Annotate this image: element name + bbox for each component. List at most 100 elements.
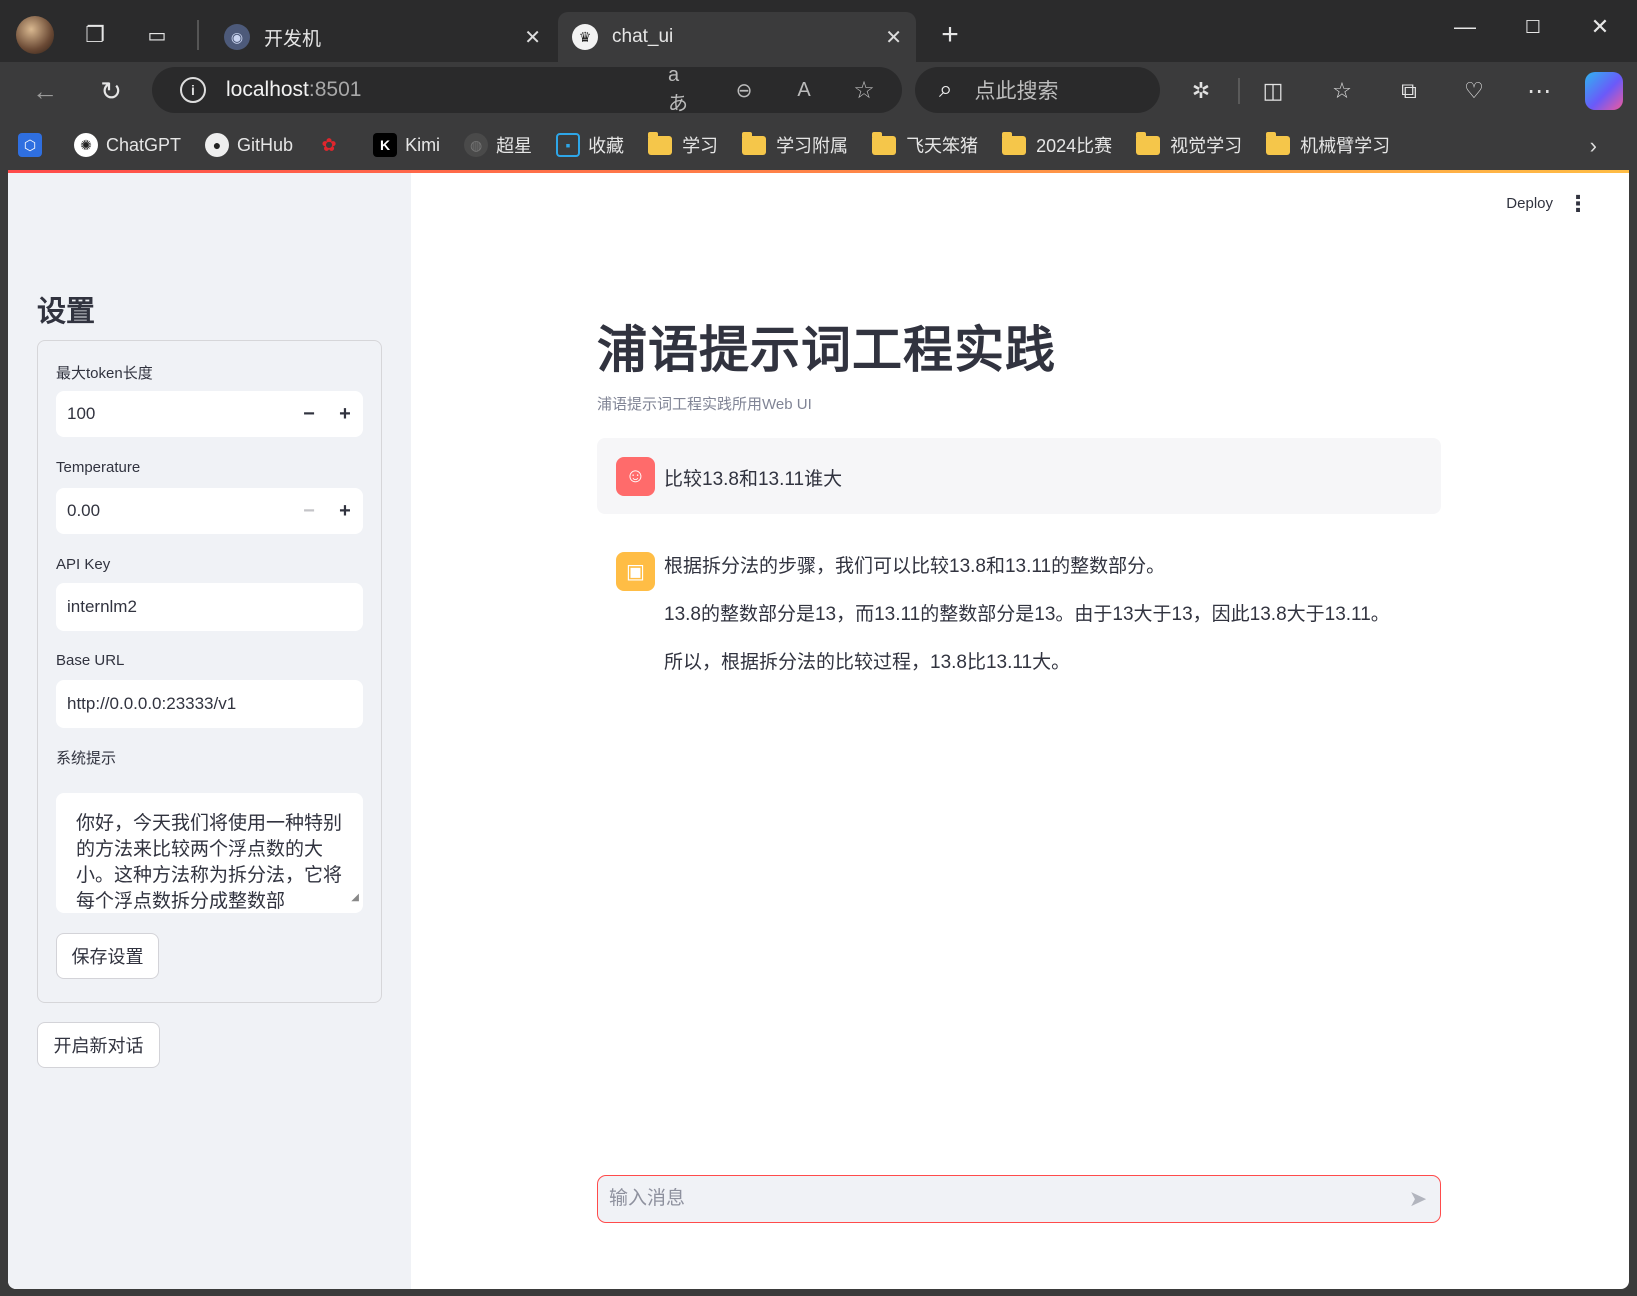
tab-title: 开发机 [264,28,322,50]
assistant-message: ▣ 根据拆分法的步骤，我们可以比较13.8和13.11的整数部分。 13.8的整… [597,535,1441,685]
user-message: ☺ 比较13.8和13.11谁大 [597,438,1441,514]
address-bar[interactable]: i localhost :8501 aあ ⊖ A ☆ [152,64,902,115]
close-icon[interactable]: ✕ [885,25,902,50]
user-avatar-icon: ☺ [616,457,655,496]
workspaces-icon[interactable]: ❐ [80,20,110,50]
tab-kaifaji[interactable]: ◉ 开发机 ✕ [210,12,555,62]
bookmark-label: ChatGPT [106,134,182,155]
bookmark-label: 学习附属 [776,136,849,156]
browser-essentials-icon[interactable]: ♡ [1457,74,1491,108]
profile-avatar[interactable] [16,16,54,54]
main-menu-icon[interactable]: ⋮ [1567,191,1589,217]
temperature-input[interactable]: 0.00 − + [56,488,363,534]
bot-avatar-icon: ▣ [616,552,655,591]
bookmark-huawei[interactable]: ✿ [317,133,349,157]
bookmark-label: 视觉学习 [1170,136,1243,156]
max-tokens-value[interactable]: 100 [56,404,291,424]
folder-icon [648,131,673,155]
deploy-button[interactable]: Deploy [1506,195,1553,212]
read-aloud-icon[interactable]: A [789,75,819,105]
collections-icon[interactable]: ⧉ [1392,74,1426,108]
send-icon[interactable]: ➤ [1396,1177,1440,1221]
search-icon: ⌕ [939,76,953,103]
crown-favicon-icon: ♛ [572,24,598,50]
bookmark-folder-jixiebi[interactable]: 机械臂学习 [1266,131,1390,158]
maximize-icon[interactable]: ☐ [1518,12,1548,42]
app-viewport: 设置 最大token长度 100 − + Temperature 0.00 − … [8,173,1629,1289]
star-icon[interactable]: ☆ [849,75,879,105]
folder-icon [1002,131,1027,155]
info-icon[interactable]: i [180,77,206,103]
sidebar: 设置 最大token长度 100 − + Temperature 0.00 − … [8,173,411,1289]
minus-icon[interactable]: − [291,488,327,534]
base-url-input[interactable]: http://0.0.0.0:23333/v1 [56,680,363,728]
app-logo-icon: ⬡ [18,133,42,157]
extensions-icon[interactable]: ✲ [1184,74,1218,108]
huawei-icon: ✿ [321,134,337,155]
bookmark-folder-feitian[interactable]: 飞天笨猪 [872,131,979,158]
bookmark-github[interactable]: ● GitHub [205,133,293,157]
browser-toolbar: ← ↻ i localhost :8501 aあ ⊖ A ☆ ⌕ 点此搜索 ✲ … [0,62,1637,120]
page-caption: 浦语提示词工程实践所用Web UI [597,396,812,413]
bookmark-label: 超星 [496,136,533,156]
url-port: :8501 [308,78,362,101]
openai-icon: ✺ [74,133,98,157]
bookmark-label: 收藏 [588,136,625,156]
favorites-icon[interactable]: ☆ [1325,74,1359,108]
translate-icon[interactable]: aあ [668,64,698,115]
tab-actions-icon[interactable]: ▭ [142,20,172,50]
save-settings-button[interactable]: 保存设置 [56,933,159,979]
bookmark-shoucang[interactable]: ▪ 收藏 [556,132,624,158]
refresh-icon[interactable]: ↻ [94,74,128,108]
bookmark-chaoxing[interactable]: ◍ 超星 [464,132,532,158]
bilibili-icon: ▪ [556,133,581,157]
window-close-icon[interactable]: ✕ [1585,12,1615,42]
chevron-right-icon[interactable]: › [1590,133,1597,159]
max-tokens-label: 最大token长度 [56,365,153,382]
bookmark-chatgpt[interactable]: ✺ ChatGPT [74,133,181,157]
page-title: 浦语提示词工程实践 [597,322,1056,378]
bookmark-label: 2024比赛 [1036,136,1113,156]
new-tab-button[interactable]: + [935,18,965,52]
temperature-value[interactable]: 0.00 [56,501,291,521]
copilot-icon[interactable] [1585,72,1623,110]
minus-icon[interactable]: − [291,391,327,437]
bookmark-label: Kimi [405,134,441,155]
tab-title: chat_ui [612,26,674,47]
bookmark-folder-xuexi[interactable]: 学习 [648,131,719,158]
close-icon[interactable]: ✕ [524,25,541,50]
back-arrow-icon[interactable]: ← [28,74,62,108]
max-tokens-input[interactable]: 100 − + [56,391,363,437]
assistant-line: 根据拆分法的步骤，我们可以比较13.8和13.11的整数部分。 [664,556,1166,577]
globe-icon: ◍ [464,133,489,157]
bookmark-label: 飞天笨猪 [906,136,979,156]
bookmark-folder-2024[interactable]: 2024比赛 [1002,131,1113,158]
main-content: Deploy ⋮ 浦语提示词工程实践 浦语提示词工程实践所用Web UI ☺ 比… [411,173,1629,1289]
chat-input-box[interactable]: ➤ [597,1175,1441,1223]
temperature-label: Temperature [56,459,141,476]
more-options-icon[interactable]: ⋯ [1522,74,1556,108]
resize-handle-icon[interactable]: ◢ [351,885,359,911]
bookmark-label: 学习 [682,136,719,156]
assistant-line: 所以，根据拆分法的比较过程，13.8比13.11大。 [664,652,1071,673]
plus-icon[interactable]: + [327,488,363,534]
bookmarks-bar: ⬡ ✺ ChatGPT ● GitHub ✿ K Kimi ◍ 超星 ▪ 收藏 … [0,120,1637,170]
bookmark-folder-shijue[interactable]: 视觉学习 [1136,131,1243,158]
tab-chat-ui[interactable]: ♛ chat_ui ✕ [558,12,916,62]
api-key-input[interactable]: internlm2 [56,583,363,631]
minimize-icon[interactable]: — [1450,12,1480,42]
system-prompt-textarea[interactable]: 你好，今天我们将使用一种特别的方法来比较两个浮点数的大小。这种方法称为拆分法，它… [56,793,363,913]
plus-icon[interactable]: + [327,391,363,437]
bookmark-app[interactable]: ⬡ [18,133,50,157]
zoom-out-icon[interactable]: ⊖ [729,75,759,105]
chat-input[interactable] [598,1188,1396,1210]
api-key-label: API Key [56,556,111,573]
new-chat-button[interactable]: 开启新对话 [37,1022,160,1068]
search-bar[interactable]: ⌕ 点此搜索 [915,67,1160,113]
bookmark-folder-xuexifushu[interactable]: 学习附属 [742,131,849,158]
split-screen-icon[interactable]: ◫ [1256,74,1290,108]
assistant-line: 13.8的整数部分是13，而13.11的整数部分是13。由于13大于13，因此1… [664,604,1390,625]
url-host: localhost [226,78,309,101]
bookmark-kimi[interactable]: K Kimi [373,133,440,157]
search-placeholder: 点此搜索 [974,80,1059,103]
